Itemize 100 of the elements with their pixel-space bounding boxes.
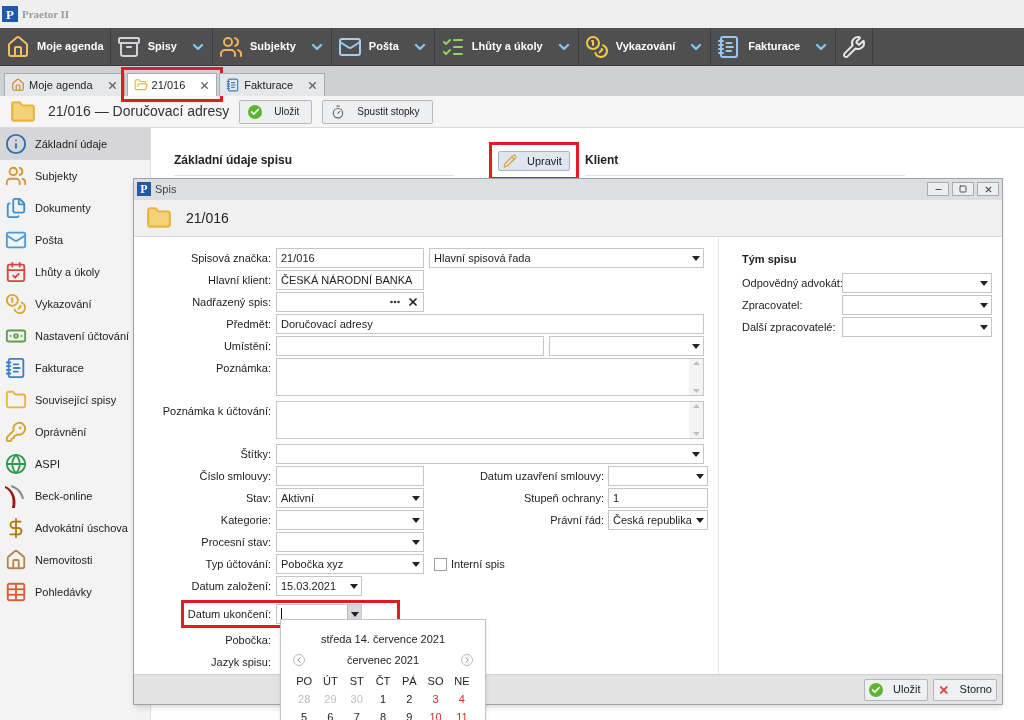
field-label: Pobočka: — [224, 633, 272, 649]
table-icon — [5, 581, 27, 603]
dropdown-field[interactable] — [608, 466, 708, 487]
check-icon — [248, 104, 263, 119]
dropdown-field[interactable]: Hlavní spisová řada — [429, 248, 704, 269]
cancel-button[interactable]: Storno — [933, 678, 997, 701]
clear-icon[interactable] — [407, 296, 419, 309]
scroll-down-icon[interactable] — [692, 432, 700, 437]
text-area[interactable] — [276, 358, 704, 397]
sidebar-item[interactable]: Pohledávky — [0, 576, 132, 608]
dropdown-field[interactable]: Česká republika — [608, 510, 708, 531]
sidebar-item[interactable]: Fakturace — [0, 352, 132, 384]
dropdown-field[interactable] — [276, 444, 704, 465]
dropdown-arrow-icon — [412, 561, 420, 567]
toolbar-button[interactable]: Vykazování — [578, 28, 712, 65]
coins-icon — [584, 34, 609, 59]
sidebar-item[interactable]: Související spisy — [0, 384, 132, 416]
close-icon[interactable] — [106, 79, 118, 91]
sidebar-item[interactable]: Nemovitosti — [0, 544, 132, 576]
dropdown-field[interactable]: Aktivní — [276, 488, 424, 509]
calendar-day[interactable]: 8 — [369, 709, 397, 720]
sidebar-item[interactable]: Dokumenty — [0, 192, 132, 224]
toolbar-button[interactable]: Spisy — [110, 28, 213, 65]
date-field[interactable]: 15.03.2021 — [276, 576, 362, 597]
sidebar-item[interactable]: Beck-online — [0, 480, 132, 512]
sidebar-item[interactable]: Oprávnění — [0, 416, 132, 448]
close-icon[interactable] — [307, 79, 319, 91]
checkbox[interactable] — [434, 557, 447, 571]
dropdown-field[interactable] — [276, 532, 424, 553]
sidebar-item[interactable]: Lhůty a úkoly — [0, 256, 132, 288]
close-icon[interactable] — [199, 79, 211, 91]
field-label: Další zpracovatelé: — [742, 320, 837, 336]
window-title: Praetor II — [22, 6, 70, 22]
section-title: Tým spisu — [742, 252, 798, 268]
edit-button[interactable]: Upravit — [498, 151, 570, 171]
calendar-day[interactable]: 9 — [396, 709, 423, 720]
folder-icon — [5, 389, 27, 411]
calendar-day[interactable]: 11 — [448, 709, 475, 720]
text-field[interactable] — [276, 336, 544, 357]
pencil-icon — [503, 154, 517, 168]
key-icon — [5, 421, 27, 443]
text-field[interactable] — [276, 466, 424, 487]
toolbar-button[interactable]: Fakturace — [711, 28, 837, 65]
dropdown-field[interactable] — [842, 295, 992, 316]
toolbar-button[interactable]: Moje agenda — [0, 28, 111, 65]
notebook-icon — [5, 357, 27, 379]
close-button[interactable] — [977, 182, 999, 197]
sidebar-item[interactable]: Pošta — [0, 224, 132, 256]
calendar-day[interactable]: 6 — [317, 709, 344, 720]
dropdown-arrow-icon — [980, 302, 988, 308]
calendar-day[interactable]: 10 — [422, 709, 449, 720]
tab[interactable]: Moje agenda — [4, 73, 125, 96]
dropdown-field[interactable] — [549, 336, 704, 357]
dropdown-field[interactable] — [842, 317, 992, 338]
weekday-header: ČT — [374, 673, 392, 689]
text-field[interactable]: 1 — [608, 488, 708, 509]
toolbar-button[interactable]: Pošta — [331, 28, 435, 65]
calendar-day[interactable]: 2 — [396, 691, 423, 707]
text-area[interactable] — [276, 401, 704, 440]
calendar-day[interactable]: 7 — [343, 709, 370, 720]
sidebar-item[interactable]: Vykazování — [0, 288, 132, 320]
stopwatch-button[interactable]: Spustit stopky — [322, 99, 433, 124]
tab[interactable]: Fakturace — [219, 73, 326, 96]
field-label: Kategorie: — [219, 513, 272, 529]
sidebar-item[interactable]: Nastavení účtování — [0, 320, 132, 352]
calendar-day[interactable]: 4 — [448, 691, 475, 707]
calendar-day[interactable]: 5 — [291, 709, 318, 720]
field-label: Poznámka: — [214, 361, 272, 377]
minimize-button[interactable] — [927, 182, 949, 197]
sidebar-item[interactable]: Subjekty — [0, 160, 132, 192]
save-button[interactable]: Uložit — [864, 678, 928, 701]
scroll-up-icon[interactable] — [692, 361, 700, 366]
field-label: Datum založení: — [190, 579, 272, 595]
dropdown-arrow-icon — [692, 343, 700, 349]
sidebar-item[interactable]: ASPI — [0, 448, 132, 480]
field-label: Poznámka k účtování: — [161, 404, 272, 420]
sidebar-item[interactable]: Základní údaje — [0, 128, 150, 160]
calendar-day[interactable]: 1 — [369, 691, 397, 707]
field-label: Štítky: — [239, 447, 272, 463]
dropdown-field[interactable] — [842, 273, 992, 294]
scrollbar[interactable] — [689, 359, 703, 396]
text-field[interactable]: ČESKÁ NÁRODNÍ BANKA — [276, 270, 424, 291]
field-label: Předmět: — [225, 317, 272, 333]
text-field[interactable]: Doručovací adresy — [276, 314, 704, 335]
toolbar-button[interactable]: Subjekty — [213, 28, 332, 65]
text-field[interactable]: 21/016 — [276, 248, 424, 269]
calendar-day[interactable]: 3 — [422, 691, 449, 707]
dropdown-arrow-icon — [692, 451, 700, 457]
scrollbar[interactable] — [689, 402, 703, 439]
picker-field[interactable] — [276, 292, 424, 313]
save-button[interactable]: Uložit — [239, 99, 313, 124]
dropdown-field[interactable] — [276, 510, 424, 531]
today-label[interactable]: středa 14. července 2021 — [320, 632, 446, 646]
scroll-up-icon[interactable] — [692, 404, 700, 409]
toolbar-button[interactable]: Lhůty a úkoly — [434, 28, 579, 65]
scroll-down-icon[interactable] — [692, 389, 700, 394]
sidebar-item[interactable]: Advokátní úschova — [0, 512, 132, 544]
dropdown-arrow-icon — [412, 539, 420, 545]
dropdown-field[interactable]: Pobočka xyz — [276, 554, 424, 575]
documents-icon — [5, 197, 27, 219]
